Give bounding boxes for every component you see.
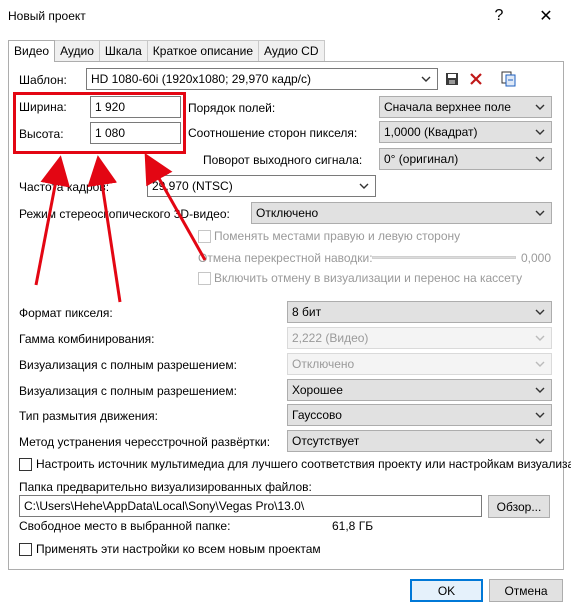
enable-cancel-checkbox[interactable]	[198, 272, 211, 285]
motion-blur-label: Тип размытия движения:	[19, 409, 158, 423]
chevron-down-icon	[535, 309, 545, 315]
rotation-select[interactable]: 0° (оригинал)	[379, 148, 552, 170]
full-res-2-select[interactable]: Хорошее	[287, 379, 552, 401]
template-value: HD 1080-60i (1920x1080; 29,970 кадр/с)	[91, 72, 311, 86]
deinterlace-label: Метод устранения чересстрочной развёртки…	[19, 435, 271, 449]
gamma-label: Гамма комбинирования:	[19, 332, 155, 346]
pixel-aspect-select[interactable]: 1,0000 (Квадрат)	[379, 121, 552, 143]
full-res-1-select[interactable]: Отключено	[287, 353, 552, 375]
pixel-format-label: Формат пикселя:	[19, 306, 113, 320]
tab-audio-cd[interactable]: Аудио CD	[258, 40, 325, 61]
chevron-down-icon	[535, 210, 545, 216]
frame-rate-select[interactable]: 29,970 (NTSC)	[147, 175, 376, 197]
chevron-down-icon	[535, 156, 545, 162]
match-media-button[interactable]	[500, 70, 518, 88]
delete-template-button[interactable]	[467, 70, 485, 88]
pixel-format-value: 8 бит	[292, 305, 322, 319]
chevron-down-icon	[421, 76, 431, 82]
tab-summary[interactable]: Краткое описание	[146, 40, 259, 61]
chevron-down-icon	[535, 361, 545, 367]
save-icon	[446, 73, 458, 85]
template-select[interactable]: HD 1080-60i (1920x1080; 29,970 кадр/с)	[86, 68, 438, 90]
chevron-down-icon	[535, 412, 545, 418]
apply-all-checkbox[interactable]	[19, 543, 32, 556]
match-media-icon	[501, 71, 516, 87]
crossover-value: 0,000	[521, 251, 552, 265]
adjust-media-checkbox[interactable]	[19, 458, 32, 471]
field-order-value: Сначала верхнее поле	[384, 100, 511, 114]
cancel-button[interactable]: Отмена	[489, 579, 563, 602]
rotation-value: 0° (оригинал)	[384, 152, 459, 166]
browse-button[interactable]: Обзор...	[488, 495, 550, 518]
deinterlace-value: Отсутствует	[292, 434, 360, 448]
ok-button[interactable]: OK	[410, 579, 483, 602]
gamma-select[interactable]: 2,222 (Видео)	[287, 327, 552, 349]
pixel-aspect-value: 1,0000 (Квадрат)	[384, 125, 478, 139]
crossover-label: Отмена перекрестной наводки:	[198, 251, 373, 265]
chevron-down-icon	[535, 438, 545, 444]
adjust-media-label: Настроить источник мультимедиа для лучше…	[36, 457, 571, 471]
stereo3d-value: Отключено	[256, 206, 319, 220]
stereo3d-select[interactable]: Отключено	[251, 202, 552, 224]
field-order-select[interactable]: Сначала верхнее поле	[379, 96, 552, 118]
close-button[interactable]: ✕	[523, 0, 569, 32]
full-res-1-label: Визуализация с полным разрешением:	[19, 358, 237, 372]
tab-ruler[interactable]: Шкала	[98, 40, 148, 61]
frame-rate-label: Частота кадров:	[19, 180, 110, 194]
chevron-down-icon	[535, 129, 545, 135]
pixel-aspect-label: Соотношение сторон пикселя:	[188, 126, 358, 140]
frame-rate-value: 29,970 (NTSC)	[152, 179, 233, 193]
full-res-1-value: Отключено	[292, 357, 355, 371]
full-res-2-value: Хорошее	[292, 383, 343, 397]
free-space-label: Свободное место в выбранной папке:	[19, 519, 231, 533]
swap-lr-checkbox[interactable]	[198, 230, 211, 243]
window-title: Новый проект	[8, 9, 86, 23]
gamma-value: 2,222 (Видео)	[292, 331, 369, 345]
stereo3d-label: Режим стереоскопического 3D-видео:	[19, 207, 230, 221]
chevron-down-icon	[359, 183, 369, 189]
help-button[interactable]: ?	[476, 0, 522, 32]
swap-lr-label: Поменять местами правую и левую сторону	[214, 229, 461, 243]
rotation-label: Поворот выходного сигнала:	[203, 153, 363, 167]
tab-audio[interactable]: Аудио	[54, 40, 100, 61]
enable-cancel-label: Включить отмену в визуализации и перенос…	[214, 271, 523, 285]
prerender-label: Папка предварительно визуализированных ф…	[19, 480, 312, 494]
template-label: Шаблон:	[19, 73, 67, 87]
tab-video[interactable]: Видео	[8, 40, 56, 62]
chevron-down-icon	[535, 104, 545, 110]
chevron-down-icon	[535, 335, 545, 341]
field-order-label: Порядок полей:	[188, 101, 276, 115]
pixel-format-select[interactable]: 8 бит	[287, 301, 552, 323]
deinterlace-select[interactable]: Отсутствует	[287, 430, 552, 452]
full-res-2-label: Визуализация с полным разрешением:	[19, 384, 237, 398]
tab-strip: Видео Аудио Шкала Краткое описание Аудио…	[8, 40, 325, 62]
prerender-path-input[interactable]: C:\Users\Hehe\AppData\Local\Sony\Vegas P…	[19, 495, 482, 517]
free-space-value: 61,8 ГБ	[332, 519, 374, 533]
delete-icon	[470, 73, 482, 85]
apply-all-label: Применять эти настройки ко всем новым пр…	[36, 542, 321, 556]
crossover-slider[interactable]	[372, 256, 516, 259]
motion-blur-select[interactable]: Гауссово	[287, 404, 552, 426]
motion-blur-value: Гауссово	[292, 408, 342, 422]
annotation-highlight-box	[13, 92, 186, 154]
save-template-button[interactable]	[443, 70, 461, 88]
chevron-down-icon	[535, 387, 545, 393]
